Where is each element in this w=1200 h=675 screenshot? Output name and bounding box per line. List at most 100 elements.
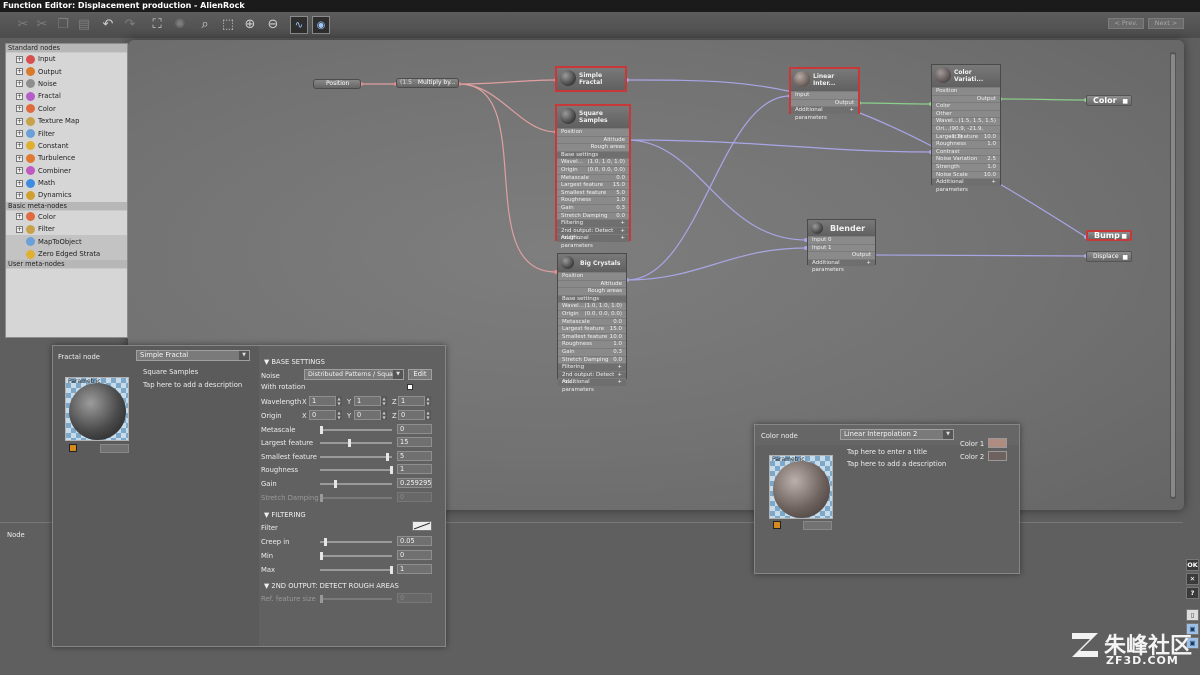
node-param-row[interactable]: Roughness 1.0 bbox=[932, 140, 1000, 148]
origin-x-field[interactable]: 0 bbox=[309, 410, 336, 420]
node-section[interactable]: Filtering + bbox=[558, 363, 626, 371]
node-param-row[interactable]: Origin (0.0, 0.0, 0.0) bbox=[557, 165, 629, 174]
filtering-header[interactable]: ▼ FILTERING bbox=[264, 511, 306, 519]
tree-section-user-meta[interactable]: User meta-nodes bbox=[6, 260, 127, 270]
expand-icon[interactable]: + bbox=[16, 142, 23, 150]
slider-knob[interactable] bbox=[324, 538, 327, 546]
wavelength-x-field[interactable]: 1 bbox=[309, 396, 336, 406]
ok-button[interactable]: OK bbox=[1186, 559, 1199, 571]
node-param-row[interactable]: Stretch Damping 0.0 bbox=[557, 211, 629, 220]
node-output-row[interactable]: Output bbox=[791, 98, 858, 107]
node-param-row[interactable]: Gain 0.3 bbox=[557, 203, 629, 212]
creep-in-field[interactable]: 0.05 bbox=[397, 536, 432, 546]
node-param-row[interactable]: Wavel... (1.0, 1.0, 1.0) bbox=[557, 158, 629, 166]
node-section[interactable]: Base settings bbox=[557, 150, 629, 159]
roughness-slider[interactable] bbox=[320, 466, 393, 474]
node-section[interactable]: 2nd output: Detect rough... + bbox=[557, 226, 629, 241]
fractal-preview[interactable]: Parametric bbox=[65, 377, 129, 441]
stretch-damping-field[interactable]: 0 bbox=[397, 492, 432, 502]
ref-feature-slider[interactable] bbox=[320, 595, 392, 603]
noise-dropdown[interactable]: Distributed Patterns / Square ▼ bbox=[304, 369, 404, 380]
fractal-title-text[interactable]: Square Samples bbox=[143, 368, 198, 376]
node-output-row[interactable]: Output bbox=[932, 94, 1000, 103]
tree-item[interactable]: +MapToObject bbox=[6, 235, 127, 248]
max-slider[interactable] bbox=[320, 566, 393, 574]
with-rotation-checkbox[interactable] bbox=[407, 384, 413, 390]
expand-icon[interactable]: + bbox=[16, 154, 23, 162]
tree-section-basic-meta[interactable]: Basic meta-nodes bbox=[6, 201, 127, 211]
tree-item[interactable]: + Noise bbox=[6, 78, 127, 90]
color-type-dropdown[interactable]: Linear Interpolation 2 ▼ bbox=[840, 429, 954, 440]
node-input-row[interactable]: Position bbox=[557, 128, 629, 136]
node-section[interactable]: 2nd output: Detect rou... + bbox=[558, 370, 626, 385]
slider-knob[interactable] bbox=[320, 552, 323, 560]
node-param-row[interactable]: Roughness 1.0 bbox=[557, 196, 629, 204]
tree-item[interactable]: + Filter bbox=[6, 223, 127, 235]
node-param-row[interactable]: Noise Scale 10.0 bbox=[932, 170, 1000, 179]
expand-icon[interactable]: + bbox=[16, 130, 23, 138]
base-settings-header[interactable]: ▼ BASE SETTINGS bbox=[264, 358, 325, 366]
expand-icon[interactable]: + bbox=[16, 55, 23, 63]
metascale-field[interactable]: 0 bbox=[397, 424, 432, 434]
tree-item[interactable]: + Input bbox=[6, 53, 127, 65]
slider-knob[interactable] bbox=[320, 494, 323, 502]
spinner-icon[interactable]: ▲ ▼ bbox=[381, 410, 387, 420]
slider-knob[interactable] bbox=[320, 595, 323, 603]
blender-node[interactable]: Blender Input 0 Input 1 Output Additiona… bbox=[807, 219, 876, 273]
node-input-row[interactable]: Input 1 bbox=[808, 243, 875, 252]
slider-knob[interactable] bbox=[320, 426, 323, 434]
spinner-icon[interactable]: ▲ ▼ bbox=[381, 396, 387, 406]
ref-feature-field[interactable]: 0 bbox=[397, 593, 432, 603]
slider-knob[interactable] bbox=[348, 439, 351, 447]
node-param-row[interactable]: Largest feature 15.0 bbox=[557, 181, 629, 189]
second-output-header[interactable]: ▼ 2ND OUTPUT: DETECT ROUGH AREAS bbox=[264, 582, 399, 590]
node-param-row[interactable]: Color bbox=[932, 102, 1000, 110]
slider-knob[interactable] bbox=[390, 466, 393, 474]
stretch-damping-slider[interactable] bbox=[320, 494, 392, 502]
node-param-row[interactable]: Ori... (90.9, -21.9, -1.1) bbox=[932, 124, 1000, 140]
gain-field[interactable]: 0.259295 bbox=[397, 478, 432, 488]
position-node[interactable]: Position bbox=[313, 79, 361, 89]
smallest-feature-field[interactable]: 5 bbox=[397, 451, 432, 461]
color-variation-node[interactable]: Color Variati... Position Output Color Ot… bbox=[931, 64, 1001, 193]
help-button[interactable]: ? bbox=[1186, 587, 1199, 599]
cancel-button[interactable]: ✕ bbox=[1186, 573, 1199, 585]
largest-feature-field[interactable]: 15 bbox=[397, 437, 432, 447]
color-output-node[interactable]: Color ■ bbox=[1086, 95, 1132, 106]
expand-icon[interactable]: + bbox=[16, 225, 23, 233]
gain-slider[interactable] bbox=[320, 480, 392, 488]
spinner-icon[interactable]: ▲ ▼ bbox=[425, 396, 431, 406]
node-param-row[interactable]: Origin (0.0, 0.0, 0.0) bbox=[558, 309, 626, 318]
document-icon[interactable]: ▯ bbox=[1186, 609, 1199, 621]
tree-item[interactable]: + Combiner bbox=[6, 165, 127, 177]
spinner-icon[interactable]: ▲ ▼ bbox=[336, 410, 342, 420]
creep-in-slider[interactable] bbox=[320, 538, 392, 546]
roughness-field[interactable]: 1 bbox=[397, 464, 432, 474]
node-param-row[interactable]: Wavel... (1.0, 1.0, 1.0) bbox=[558, 302, 626, 310]
node-section[interactable]: Additional parameters + bbox=[808, 258, 875, 273]
slider-knob[interactable] bbox=[390, 566, 393, 574]
tree-item[interactable]: + Math bbox=[6, 177, 127, 189]
max-field[interactable]: 1 bbox=[397, 564, 432, 574]
fractal-type-dropdown[interactable]: Simple Fractal ▼ bbox=[136, 350, 250, 361]
tree-item[interactable]: +Zero Edged Strata bbox=[6, 247, 127, 261]
node-param-row[interactable]: Noise Variation 2.5 bbox=[932, 155, 1000, 163]
tree-item[interactable]: + Dynamics bbox=[6, 189, 127, 201]
node-param-row[interactable]: Metascale 0.0 bbox=[558, 317, 626, 326]
expand-icon[interactable]: + bbox=[16, 167, 23, 175]
min-field[interactable]: 0 bbox=[397, 550, 432, 560]
node-output-row[interactable]: Altitude bbox=[557, 135, 629, 144]
preview-size-field[interactable] bbox=[100, 444, 129, 453]
node-input-row[interactable]: Position bbox=[932, 87, 1000, 95]
node-param-row[interactable]: Largest feature 15.0 bbox=[558, 325, 626, 333]
node-output-row[interactable]: Output bbox=[808, 251, 875, 259]
preview-mode-icon[interactable] bbox=[69, 444, 77, 452]
expand-icon[interactable]: + bbox=[16, 68, 23, 76]
wavelength-y-field[interactable]: 1 bbox=[354, 396, 381, 406]
node-param-row[interactable]: Wavel... (1.5, 1.5, 1.5) bbox=[932, 117, 1000, 125]
node-output-row[interactable]: Altitude bbox=[558, 279, 626, 288]
origin-z-field[interactable]: 0 bbox=[398, 410, 425, 420]
node-param-row[interactable]: Roughness 1.0 bbox=[558, 340, 626, 348]
simple-fractal-node[interactable]: Simple Fractal bbox=[555, 66, 627, 92]
node-input-row[interactable]: Position bbox=[558, 272, 626, 280]
